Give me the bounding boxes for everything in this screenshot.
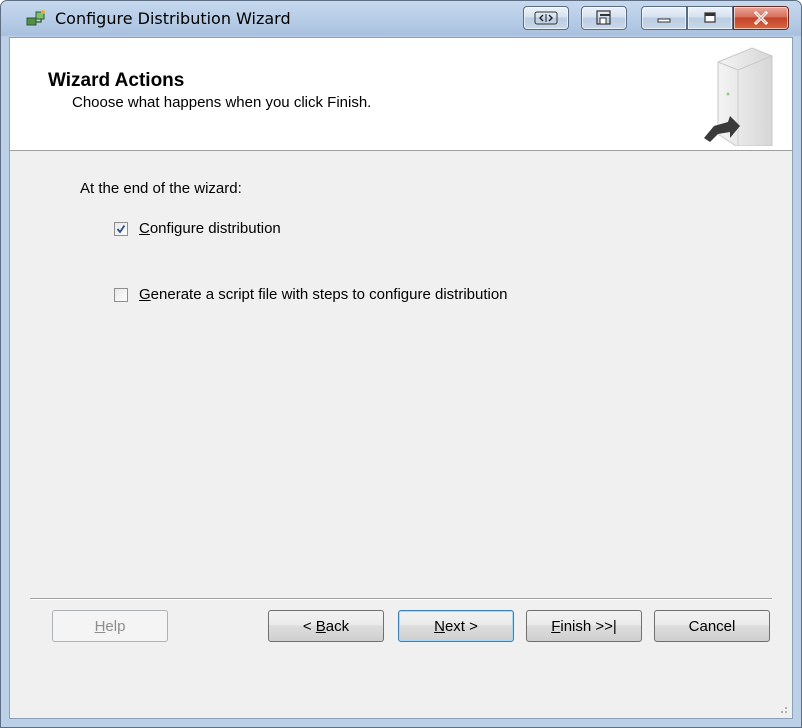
configure-distribution-label[interactable]: Configure distribution	[139, 220, 281, 237]
generate-script-checkbox[interactable]	[114, 287, 128, 302]
maximize-icon	[704, 12, 716, 23]
wizard-icon	[26, 10, 45, 26]
minimize-button[interactable]	[641, 6, 687, 30]
cancel-button[interactable]: Cancel	[654, 610, 770, 642]
option-configure-distribution[interactable]: Configure distribution	[114, 220, 281, 237]
window-position-button[interactable]	[581, 6, 627, 30]
next-button[interactable]: Next >	[398, 610, 514, 642]
checkmark-icon	[116, 224, 126, 233]
page-title: Wizard Actions	[48, 70, 185, 91]
wizard-page: Wizard Actions Choose what happens when …	[9, 37, 793, 719]
resize-grip-icon[interactable]	[776, 702, 788, 714]
server-arrow-icon	[704, 47, 773, 146]
wizard-window: Configure Distribution Wizard Wizard Act…	[0, 0, 802, 728]
page-subtitle: Choose what happens when you click Finis…	[72, 94, 372, 111]
close-icon	[753, 10, 769, 26]
wizard-header: Wizard Actions Choose what happens when …	[10, 38, 792, 151]
title-bar[interactable]: Configure Distribution Wizard	[1, 1, 801, 37]
generate-script-label[interactable]: Generate a script file with steps to con…	[139, 286, 508, 303]
intro-text: At the end of the wizard:	[80, 180, 242, 197]
window-title: Configure Distribution Wizard	[55, 9, 291, 28]
help-button[interactable]: Help	[52, 610, 168, 642]
footer-divider	[30, 598, 772, 600]
back-button[interactable]: < Back	[268, 610, 384, 642]
configure-distribution-checkbox[interactable]	[114, 221, 128, 236]
close-button[interactable]	[733, 6, 789, 30]
minimize-icon	[657, 18, 671, 23]
code-view-icon	[534, 11, 558, 25]
window-layout-icon	[596, 10, 611, 25]
code-view-button[interactable]	[523, 6, 569, 30]
maximize-button[interactable]	[687, 6, 733, 30]
option-generate-script[interactable]: Generate a script file with steps to con…	[114, 286, 508, 303]
finish-button[interactable]: Finish >>|	[526, 610, 642, 642]
